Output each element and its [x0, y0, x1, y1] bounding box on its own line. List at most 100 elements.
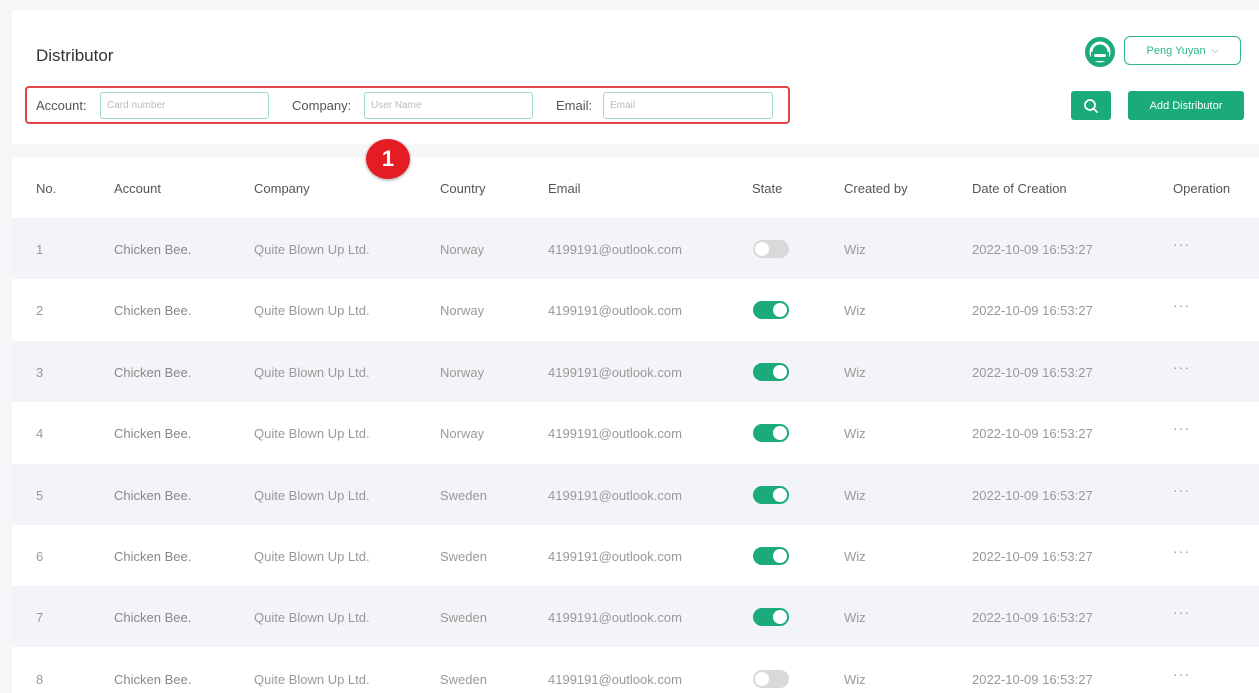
cell-account: Chicken Bee. [114, 610, 192, 626]
cell-account: Chicken Bee. [114, 242, 192, 257]
state-toggle[interactable] [753, 240, 789, 258]
cell-created-by: Wiz [844, 426, 866, 442]
account-label: Account: [36, 98, 87, 113]
more-dots-icon[interactable]: ··· [1173, 543, 1190, 559]
cell-date: 2022-10-09 16:53:27 [972, 487, 1093, 503]
cell-company: Quite Blown Up Ltd. [254, 487, 370, 503]
add-distributor-button[interactable]: Add Distributor [1128, 91, 1244, 120]
cell-country: Norway [440, 303, 485, 319]
distributor-table: No. Account Company Country Email State … [12, 157, 1259, 693]
cell-email: 4199191@outlook.com [548, 549, 682, 564]
more-dots-icon[interactable]: ··· [1173, 236, 1190, 252]
table-row[interactable]: 8 Chicken Bee. Quite Blown Up Ltd. Sweden 41… [12, 647, 1259, 693]
cell-no: 1 [36, 242, 44, 257]
cell-date: 2022-10-09 16:53:27 [972, 242, 1093, 257]
cell-company: Quite Blown Up Ltd. [254, 364, 370, 380]
table-header: No. Account Company Country Email State … [12, 157, 1259, 218]
toggle-knob [755, 242, 769, 256]
cell-email: 4199191@outlook.com [548, 242, 682, 257]
col-company: Company [254, 181, 310, 196]
cell-country: Sweden [440, 487, 487, 503]
cell-no: 4 [36, 426, 44, 442]
cell-company: Quite Blown Up Ltd. [254, 242, 370, 257]
more-dots-icon[interactable]: ··· [1173, 482, 1190, 498]
cell-no: 2 [36, 303, 44, 319]
email-label: Email: [556, 98, 593, 113]
col-state: State [752, 181, 783, 196]
cell-account: Chicken Bee. [114, 303, 192, 319]
cell-created-by: Wiz [844, 303, 866, 319]
user-avatar-icon[interactable] [1085, 37, 1115, 67]
cell-account: Chicken Bee. [114, 364, 192, 380]
cell-country: Sweden [440, 610, 487, 626]
state-toggle[interactable] [753, 485, 789, 504]
cell-country: Sweden [440, 671, 487, 687]
user-dropdown[interactable]: Peng Yuyan ⌵ [1124, 36, 1241, 65]
more-dots-icon[interactable]: ··· [1173, 666, 1190, 682]
toggle-knob [773, 364, 787, 379]
state-toggle[interactable] [753, 547, 789, 565]
annotation-badge: 1 [366, 139, 410, 179]
more-dots-icon[interactable]: ··· [1173, 420, 1190, 436]
cell-created-by: Wiz [844, 364, 866, 380]
table-row[interactable]: 4 Chicken Bee. Quite Blown Up Ltd. Norway 41… [12, 402, 1259, 464]
cell-email: 4199191@outlook.com [548, 426, 682, 442]
cell-created-by: Wiz [844, 549, 866, 564]
cell-no: 6 [36, 549, 44, 564]
table-row[interactable]: 7 Chicken Bee. Quite Blown Up Ltd. Sweden 41… [12, 586, 1259, 648]
cell-date: 2022-10-09 16:53:27 [972, 303, 1093, 319]
cell-country: Norway [440, 242, 485, 257]
cell-created-by: Wiz [844, 671, 866, 687]
col-created-by: Created by [844, 181, 908, 196]
col-date: Date of Creation [972, 181, 1067, 196]
col-email: Email [548, 181, 581, 196]
state-toggle[interactable] [753, 669, 789, 688]
cell-date: 2022-10-09 16:53:27 [972, 549, 1093, 564]
cell-country: Norway [440, 426, 485, 442]
cell-no: 7 [36, 610, 44, 626]
user-name: Peng Yuyan [1146, 44, 1206, 57]
table-row[interactable]: 2 Chicken Bee. Quite Blown Up Ltd. Norway 41… [12, 279, 1259, 341]
cell-email: 4199191@outlook.com [548, 364, 682, 380]
table-row[interactable]: 1 Chicken Bee. Quite Blown Up Ltd. Norway 41… [12, 218, 1259, 279]
toggle-knob [773, 610, 787, 625]
cell-no: 5 [36, 487, 44, 503]
cell-no: 3 [36, 364, 44, 380]
company-label: Company: [292, 98, 352, 113]
page-title: Distributor [36, 46, 114, 65]
more-dots-icon[interactable]: ··· [1173, 604, 1190, 620]
more-dots-icon[interactable]: ··· [1173, 359, 1190, 375]
cell-company: Quite Blown Up Ltd. [254, 610, 370, 626]
cell-company: Quite Blown Up Ltd. [254, 303, 370, 319]
table-row[interactable]: 6 Chicken Bee. Quite Blown Up Ltd. Sweden 41… [12, 525, 1259, 586]
cell-date: 2022-10-09 16:53:27 [972, 671, 1093, 687]
table-row[interactable]: 3 Chicken Bee. Quite Blown Up Ltd. Norway 41… [12, 340, 1259, 402]
state-toggle[interactable] [753, 362, 789, 381]
cell-email: 4199191@outlook.com [548, 671, 682, 687]
account-input[interactable]: Card number [100, 92, 269, 119]
cell-company: Quite Blown Up Ltd. [254, 549, 370, 564]
cell-date: 2022-10-09 16:53:27 [972, 610, 1093, 626]
state-toggle[interactable] [753, 301, 789, 320]
cell-account: Chicken Bee. [114, 426, 192, 442]
search-button[interactable] [1071, 91, 1111, 120]
cell-country: Norway [440, 364, 485, 380]
col-account: Account [114, 181, 161, 196]
table-row[interactable]: 5 Chicken Bee. Quite Blown Up Ltd. Sweden 41… [12, 463, 1259, 525]
cell-no: 8 [36, 671, 44, 687]
company-input[interactable]: User Name [364, 92, 533, 119]
cell-email: 4199191@outlook.com [548, 610, 682, 626]
more-dots-icon[interactable]: ··· [1173, 297, 1190, 313]
toggle-knob [773, 487, 787, 502]
cell-country: Sweden [440, 549, 487, 564]
state-toggle[interactable] [753, 424, 789, 443]
avatar-glyph [1089, 41, 1111, 63]
email-input[interactable]: Email [603, 92, 773, 119]
cell-created-by: Wiz [844, 487, 866, 503]
col-operation: Operation [1173, 181, 1231, 196]
cell-created-by: Wiz [844, 610, 866, 626]
state-toggle[interactable] [753, 608, 789, 627]
cell-company: Quite Blown Up Ltd. [254, 426, 370, 442]
toggle-knob [773, 426, 787, 441]
search-icon [1084, 98, 1098, 113]
